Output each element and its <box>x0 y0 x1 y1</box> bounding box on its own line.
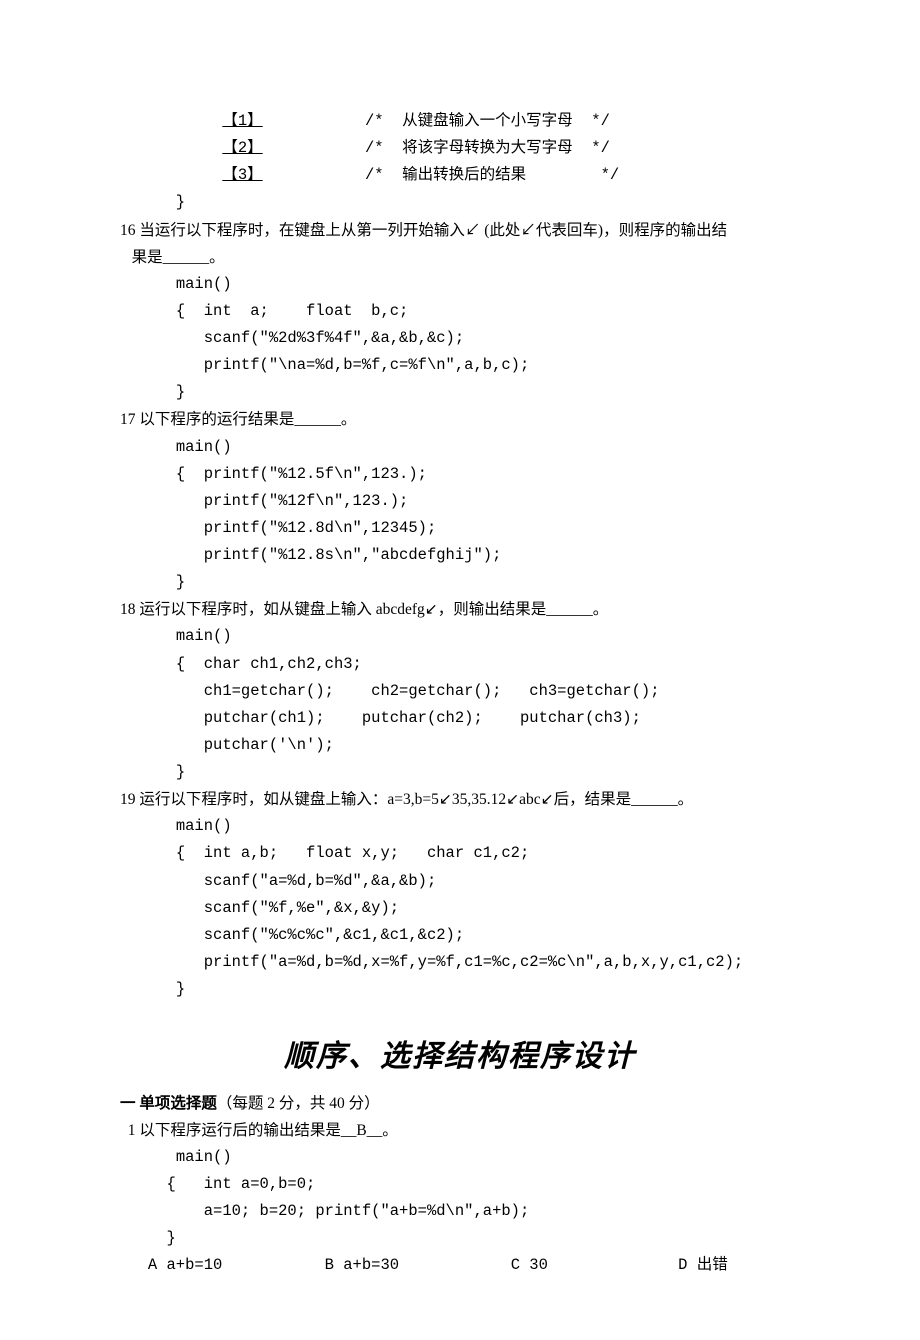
blank-2-label: 【2】 <box>222 139 262 157</box>
page: 【1】 /* 从键盘输入一个小写字母 */ 【2】 /* 将该字母转换为大写字母… <box>0 0 920 1340</box>
section-label: 一 单项选择题 <box>120 1095 217 1112</box>
q16-num: 16 <box>120 222 136 239</box>
q16-code-5: } <box>120 379 800 406</box>
q19-stem: 19 运行以下程序时，如从键盘上输入：a=3,b=5↙35,35.12↙abc↙… <box>120 786 800 813</box>
mc1-option-c: C 30 <box>511 1256 548 1274</box>
blank-line-1: 【1】 /* 从键盘输入一个小写字母 */ <box>120 108 800 135</box>
q19-code-6: printf("a=%d,b=%d,x=%f,y=%f,c1=%c,c2=%c\… <box>120 949 800 976</box>
q18-code-5: putchar('\n'); <box>120 732 800 759</box>
mc1-option-d: D 出错 <box>678 1256 728 1274</box>
q17-code-1: main() <box>120 434 800 461</box>
mc1-option-a: A a+b=10 <box>148 1256 222 1274</box>
blank-3-comment: /* 输出转换后的结果 */ <box>365 166 619 184</box>
mc1-num: 1 <box>128 1122 136 1139</box>
q19-code-1: main() <box>120 813 800 840</box>
blank-1-label: 【1】 <box>222 112 262 130</box>
q17-stem: 17 以下程序的运行结果是______。 <box>120 406 800 433</box>
q18-num: 18 <box>120 601 136 618</box>
q17-code-3: printf("%12f\n",123.); <box>120 488 800 515</box>
chapter-title: 顺序、选择结构程序设计 <box>120 1031 800 1084</box>
q17-code-5: printf("%12.8s\n","abcdefghij"); <box>120 542 800 569</box>
blank-3-label: 【3】 <box>222 166 262 184</box>
section-heading: 一 单项选择题（每题 2 分，共 40 分） <box>120 1090 800 1117</box>
q16-code-3: scanf("%2d%3f%4f",&a,&b,&c); <box>120 325 800 352</box>
blank-line-2: 【2】 /* 将该字母转换为大写字母 */ <box>120 135 800 162</box>
blank-line-3: 【3】 /* 输出转换后的结果 */ <box>120 162 800 189</box>
mc1-code-4: } <box>120 1225 800 1252</box>
mc1-stem: 1 以下程序运行后的输出结果是__B__。 <box>120 1117 800 1144</box>
mc1-code-3: a=10; b=20; printf("a+b=%d\n",a+b); <box>120 1198 800 1225</box>
q19-code-4: scanf("%f,%e",&x,&y); <box>120 895 800 922</box>
q18-stem: 18 运行以下程序时，如从键盘上输入 abcdefg↙，则输出结果是______… <box>120 596 800 623</box>
q18-code-6: } <box>120 759 800 786</box>
q16-code-4: printf("\na=%d,b=%f,c=%f\n",a,b,c); <box>120 352 800 379</box>
q16-code-1: main() <box>120 271 800 298</box>
mc1-options: A a+b=10 B a+b=30 C 30 D 出错 <box>120 1252 800 1279</box>
q19-code-2: { int a,b; float x,y; char c1,c2; <box>120 840 800 867</box>
q18-code-1: main() <box>120 623 800 650</box>
blank-2-comment: /* 将该字母转换为大写字母 */ <box>365 139 610 157</box>
q18-code-2: { char ch1,ch2,ch3; <box>120 651 800 678</box>
q19-num: 19 <box>120 791 136 808</box>
q18-code-3: ch1=getchar(); ch2=getchar(); ch3=getcha… <box>120 678 800 705</box>
q17-code-2: { printf("%12.5f\n",123.); <box>120 461 800 488</box>
q19-code-7: } <box>120 976 800 1003</box>
q17-code-4: printf("%12.8d\n",12345); <box>120 515 800 542</box>
q16-stem-1: 16 当运行以下程序时，在键盘上从第一列开始输入↙ (此处↙代表回车)，则程序的… <box>120 217 800 244</box>
q16-code-2: { int a; float b,c; <box>120 298 800 325</box>
q19-code-3: scanf("a=%d,b=%d",&a,&b); <box>120 868 800 895</box>
q17-code-6: } <box>120 569 800 596</box>
mc1-code-2: { int a=0,b=0; <box>120 1171 800 1198</box>
section-paren: （每题 2 分，共 40 分） <box>217 1095 380 1112</box>
mc1-option-b: B a+b=30 <box>325 1256 399 1274</box>
close-brace: } <box>120 189 800 216</box>
q19-code-5: scanf("%c%c%c",&c1,&c1,&c2); <box>120 922 800 949</box>
mc1-code-1: main() <box>120 1144 800 1171</box>
blank-1-comment: /* 从键盘输入一个小写字母 */ <box>365 112 610 130</box>
q16-stem-2: 果是______。 <box>120 244 800 271</box>
q18-code-4: putchar(ch1); putchar(ch2); putchar(ch3)… <box>120 705 800 732</box>
q17-num: 17 <box>120 411 136 428</box>
